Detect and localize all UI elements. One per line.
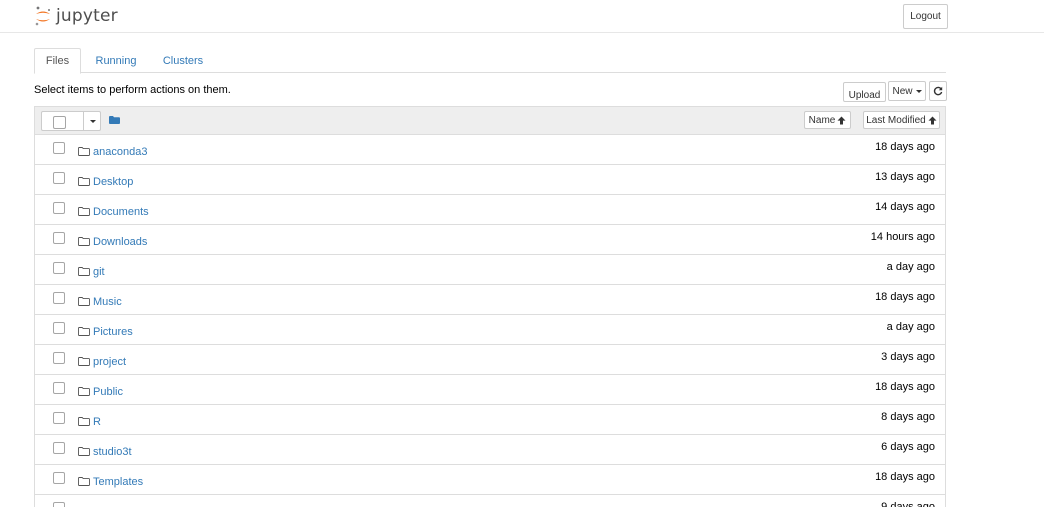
tab-clusters[interactable]: Clusters: [158, 48, 208, 73]
file-list-header: Name Last Modified: [35, 107, 945, 135]
logo-text: jupyter: [56, 6, 118, 26]
file-row[interactable]: studio3t 6 days ago: [35, 435, 945, 465]
row-checkbox[interactable]: [53, 382, 65, 394]
folder-outline-icon: [78, 237, 90, 246]
sort-by-last-modified-button[interactable]: Last Modified: [863, 111, 940, 129]
file-row[interactable]: git a day ago: [35, 255, 945, 285]
folder-outline-icon: [78, 357, 90, 366]
file-name-link[interactable]: Templates: [93, 476, 143, 488]
file-name-link[interactable]: Downloads: [93, 236, 147, 248]
file-name-link[interactable]: anaconda3: [93, 146, 147, 158]
row-checkbox[interactable]: [53, 502, 65, 507]
file-modified-time: 14 days ago: [875, 201, 935, 213]
file-row[interactable]: Downloads 14 hours ago: [35, 225, 945, 255]
selection-hint: Select items to perform actions on them.: [34, 84, 231, 96]
row-checkbox[interactable]: [53, 352, 65, 364]
folder-icon[interactable]: [109, 116, 120, 124]
sort-by-name-button[interactable]: Name: [804, 111, 851, 129]
last-modified-sort-label: Last Modified: [866, 114, 926, 126]
row-checkbox[interactable]: [53, 442, 65, 454]
folder-outline-icon: [78, 297, 90, 306]
row-checkbox[interactable]: [53, 262, 65, 274]
file-modified-time: a day ago: [886, 261, 935, 273]
folder-outline-icon: [78, 177, 90, 186]
refresh-icon: [933, 86, 943, 96]
file-modified-time: 9 days ago: [881, 501, 935, 507]
folder-outline-icon: [78, 417, 90, 426]
file-modified-time: 13 days ago: [875, 171, 935, 183]
jupyter-logo[interactable]: jupyter: [34, 4, 118, 28]
upload-button[interactable]: Upload: [843, 82, 886, 102]
row-checkbox[interactable]: [53, 232, 65, 244]
file-name-link[interactable]: Music: [93, 296, 122, 308]
refresh-button[interactable]: [929, 81, 947, 101]
tab-bar: Files Running Clusters: [34, 48, 946, 74]
row-checkbox[interactable]: [53, 292, 65, 304]
file-name-link[interactable]: studio3t: [93, 446, 132, 458]
file-row[interactable]: 9 days ago: [35, 495, 945, 507]
caret-down-icon: [915, 89, 922, 93]
file-modified-time: 18 days ago: [875, 471, 935, 483]
folder-outline-icon: [78, 477, 90, 486]
file-row[interactable]: anaconda3 18 days ago: [35, 135, 945, 165]
logout-button[interactable]: Logout: [903, 4, 948, 29]
file-name-link[interactable]: R: [93, 416, 101, 428]
folder-outline-icon: [78, 207, 90, 216]
file-modified-time: 18 days ago: [875, 291, 935, 303]
caret-down-icon: [89, 119, 96, 123]
folder-outline-icon: [78, 447, 90, 456]
folder-outline-icon: [78, 267, 90, 276]
file-name-link[interactable]: git: [93, 266, 105, 278]
file-row[interactable]: project 3 days ago: [35, 345, 945, 375]
new-label: New: [892, 85, 913, 97]
row-checkbox[interactable]: [53, 142, 65, 154]
file-modified-time: a day ago: [886, 321, 935, 333]
folder-outline-icon: [78, 387, 90, 396]
tab-files[interactable]: Files: [34, 48, 81, 74]
file-modified-time: 14 hours ago: [870, 231, 935, 243]
select-all-checkbox[interactable]: [53, 116, 66, 129]
file-list: Name Last Modified anaconda3 18 days ago D…: [34, 106, 946, 507]
name-sort-label: Name: [808, 114, 836, 126]
file-row[interactable]: Desktop 13 days ago: [35, 165, 945, 195]
row-checkbox[interactable]: [53, 472, 65, 484]
file-modified-time: 6 days ago: [881, 441, 935, 453]
file-row[interactable]: Documents 14 days ago: [35, 195, 945, 225]
folder-outline-icon: [78, 147, 90, 156]
file-row[interactable]: R 8 days ago: [35, 405, 945, 435]
select-all-control[interactable]: [41, 111, 101, 131]
file-name-link[interactable]: Public: [93, 386, 123, 398]
arrow-up-icon: [837, 116, 846, 124]
file-row[interactable]: Music 18 days ago: [35, 285, 945, 315]
file-modified-time: 18 days ago: [875, 141, 935, 153]
new-dropdown-button[interactable]: New: [888, 81, 926, 101]
arrow-up-icon: [928, 116, 937, 124]
file-row[interactable]: Templates 18 days ago: [35, 465, 945, 495]
row-checkbox[interactable]: [53, 202, 65, 214]
file-modified-time: 8 days ago: [881, 411, 935, 423]
selection-dropdown-toggle[interactable]: [83, 112, 101, 130]
file-row[interactable]: Public 18 days ago: [35, 375, 945, 405]
folder-outline-icon: [78, 327, 90, 336]
file-row[interactable]: Pictures a day ago: [35, 315, 945, 345]
row-checkbox[interactable]: [53, 172, 65, 184]
row-checkbox[interactable]: [53, 322, 65, 334]
file-name-link[interactable]: Documents: [93, 206, 149, 218]
file-name-link[interactable]: project: [93, 356, 126, 368]
file-name-link[interactable]: Desktop: [93, 176, 133, 188]
site-header: jupyter Logout: [0, 0, 1044, 33]
file-modified-time: 3 days ago: [881, 351, 935, 363]
jupyter-logo-icon: [35, 6, 50, 26]
tab-running[interactable]: Running: [89, 48, 143, 73]
row-checkbox[interactable]: [53, 412, 65, 424]
file-modified-time: 18 days ago: [875, 381, 935, 393]
file-name-link[interactable]: Pictures: [93, 326, 133, 338]
